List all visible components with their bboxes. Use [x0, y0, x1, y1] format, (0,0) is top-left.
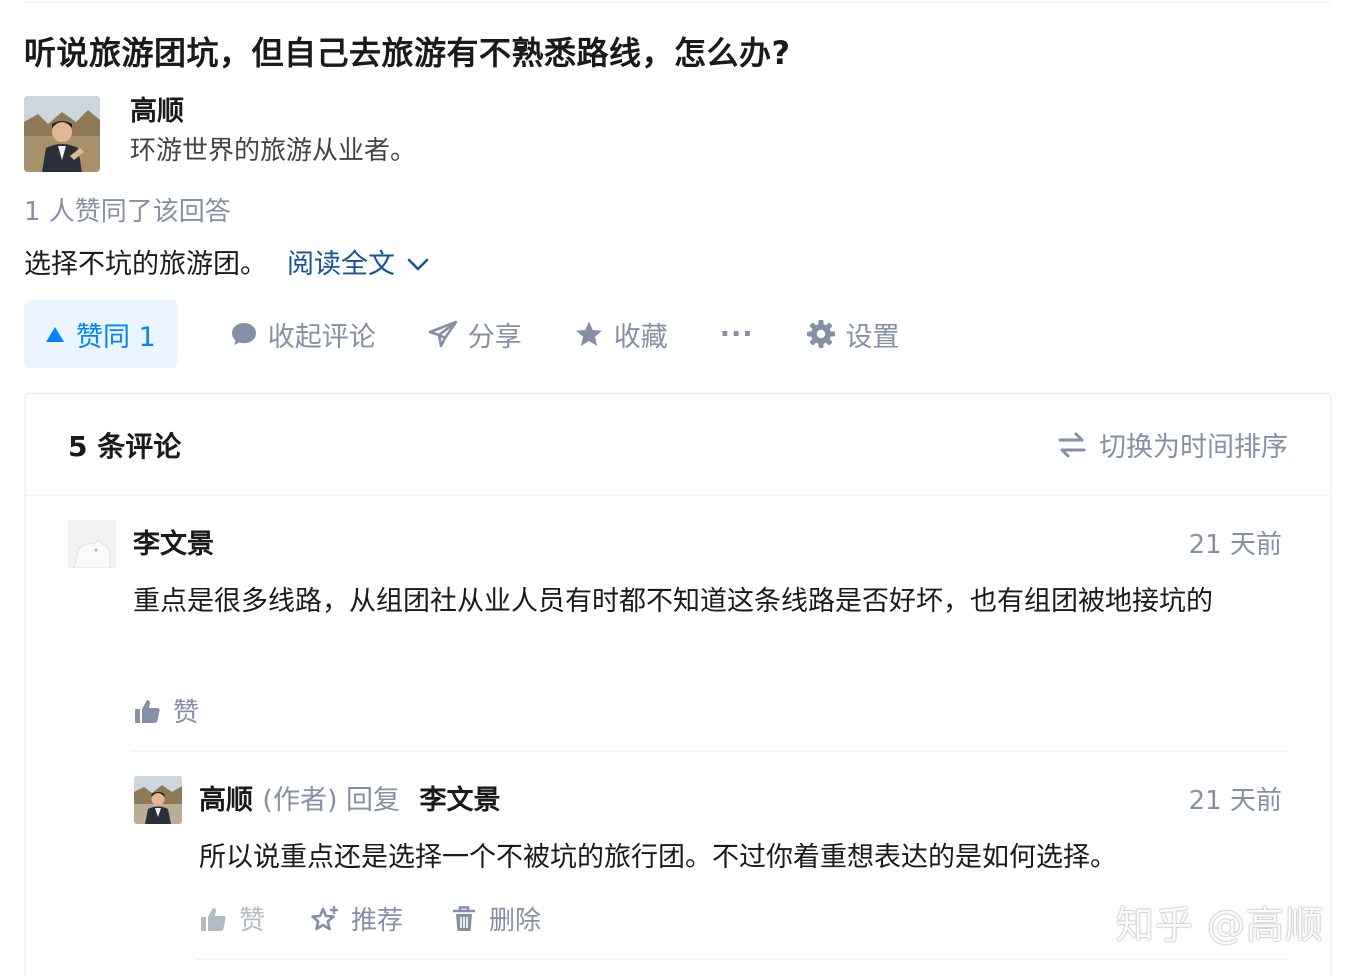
reply-header: 高顺 (作者) 回复 李文景: [199, 784, 500, 818]
settings-button[interactable]: 设置: [806, 315, 900, 354]
read-more-label: 阅读全文: [287, 249, 395, 280]
share-label: 分享: [467, 321, 522, 353]
replier-name[interactable]: 高顺: [199, 785, 253, 816]
author-name[interactable]: 高顺: [130, 96, 416, 128]
triangle-up-icon: [46, 326, 64, 342]
recommend-label: 推荐: [351, 906, 404, 936]
author-bio: 环游世界的旅游从业者。: [130, 136, 417, 166]
answer-excerpt: 选择不坑的旅游团。 阅读全文: [24, 246, 429, 284]
collapse-comments-button[interactable]: 收起评论: [230, 315, 376, 354]
more-dots-icon: ···: [719, 318, 754, 350]
vote-label: 赞同 1: [76, 321, 156, 353]
reply-to-name[interactable]: 李文景: [419, 785, 500, 816]
chevron-down-icon: [407, 258, 429, 271]
thumbs-up-icon: [135, 699, 160, 723]
comment-text: 重点是很多线路，从组团社从业人员有时都不知道这条线路是否好坏，也有组团被地接坑的: [133, 586, 1213, 617]
like-label: 赞: [173, 698, 200, 728]
voters-count[interactable]: 1 人赞同了该回答: [24, 194, 231, 230]
zhihu-watermark: 知乎 @高顺: [1115, 903, 1324, 947]
delete-label: 删除: [489, 906, 542, 936]
reply-like-button[interactable]: 赞: [199, 900, 265, 937]
settings-label: 设置: [845, 321, 900, 353]
comment-time: 21 天前: [1188, 530, 1282, 560]
recommend-button[interactable]: 推荐: [309, 900, 403, 937]
favorite-label: 收藏: [613, 321, 668, 353]
swap-arrows-icon: [1058, 432, 1086, 457]
answer-author: 高顺 环游世界的旅游从业者。: [24, 96, 416, 172]
top-divider: [24, 2, 1330, 3]
sort-label: 切换为时间排序: [1099, 432, 1288, 463]
sort-by-time-button[interactable]: 切换为时间排序: [1057, 425, 1288, 464]
collapse-comments-label: 收起评论: [267, 321, 376, 353]
thumbs-up-icon: [201, 907, 226, 931]
favorite-button[interactable]: 收藏: [574, 315, 668, 354]
replier-avatar[interactable]: [134, 776, 182, 824]
question-title[interactable]: 听说旅游团坑，但自己去旅游有不熟悉路线，怎么办?: [24, 30, 791, 76]
excerpt-text: 选择不坑的旅游团。: [24, 249, 267, 280]
author-avatar[interactable]: [24, 96, 100, 172]
answer-actions: 赞同 1 收起评论 分享 收藏 ··· 设置: [24, 300, 900, 368]
bottom-divider: [196, 959, 1291, 960]
reply-text: 所以说重点还是选择一个不被坑的旅行团。不过你着重想表达的是如何选择。: [199, 842, 1117, 873]
vote-up-button[interactable]: 赞同 1: [24, 300, 178, 368]
commenter-name[interactable]: 李文景: [133, 528, 214, 562]
delete-button[interactable]: 删除: [451, 900, 541, 937]
comment-bubble-icon: [231, 323, 256, 345]
star-plus-icon: [311, 905, 338, 930]
comments-count: 5 条评论: [68, 429, 182, 463]
gear-icon: [806, 320, 835, 348]
more-button[interactable]: ···: [720, 319, 754, 350]
comments-header: 5 条评论 切换为时间排序: [26, 394, 1330, 496]
paper-plane-icon: [428, 320, 458, 348]
reply-like-label: 赞: [239, 906, 266, 936]
star-icon: [575, 321, 602, 346]
comments-panel: 5 条评论 切换为时间排序 李文景 21 天前 重点是很多线路，从组团社从业人员…: [25, 393, 1331, 976]
share-button[interactable]: 分享: [428, 315, 522, 354]
reply-time: 21 天前: [1188, 786, 1282, 816]
commenter-avatar[interactable]: [68, 520, 116, 568]
comment-like-button[interactable]: 赞: [133, 692, 199, 729]
read-more-button[interactable]: 阅读全文: [287, 246, 429, 284]
author-reply-tag: (作者) 回复: [262, 785, 401, 816]
reply-divider: [131, 751, 1291, 752]
trash-icon: [453, 905, 475, 931]
